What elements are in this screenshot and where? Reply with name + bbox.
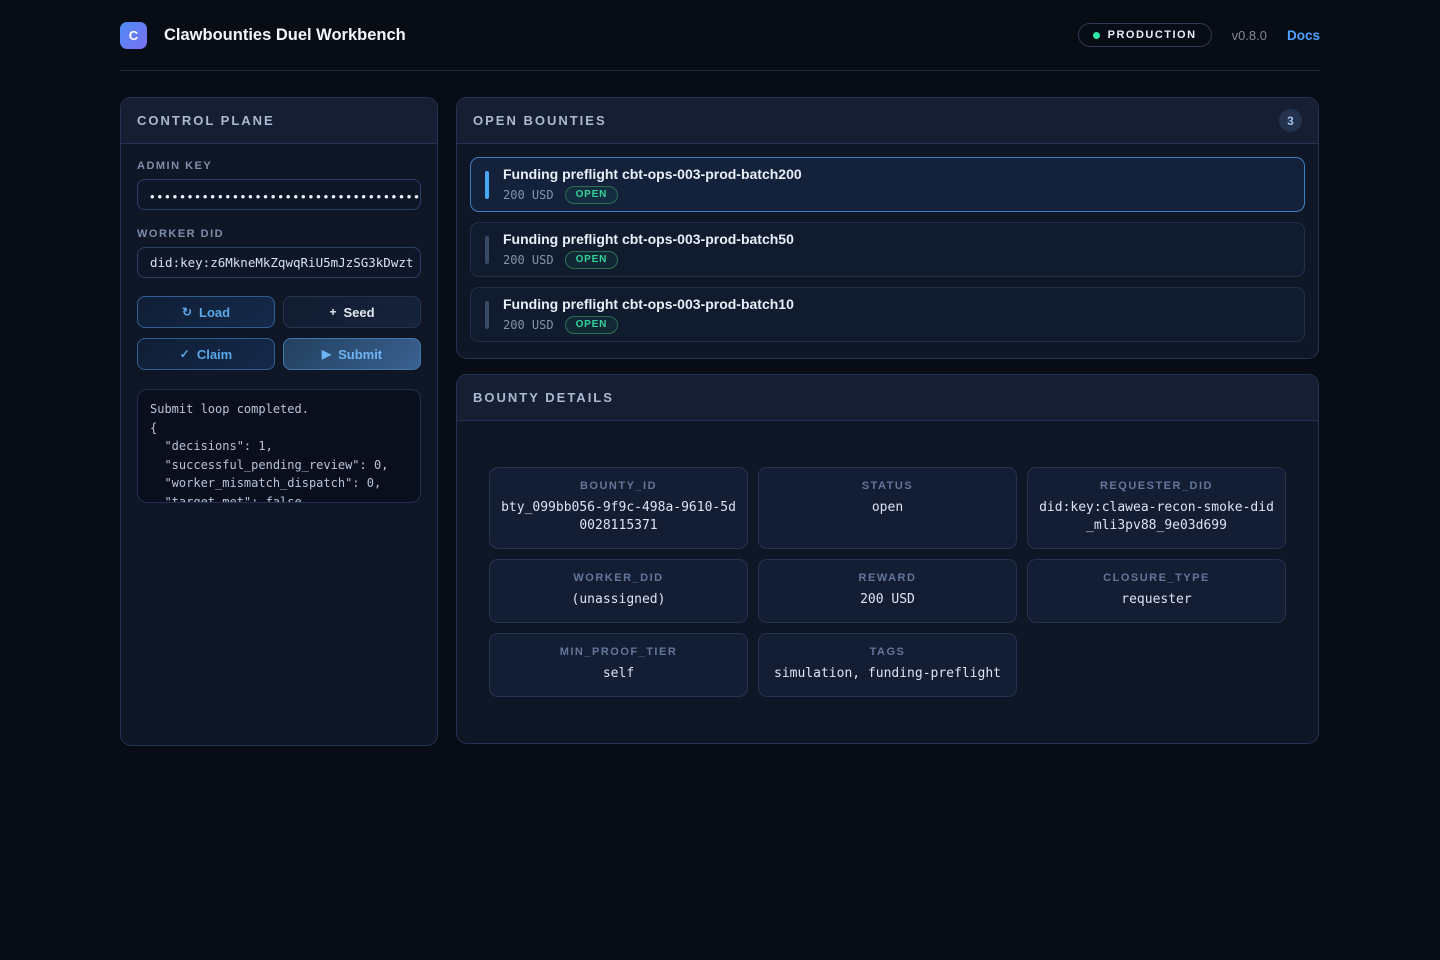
open-bounties-title: OPEN BOUNTIES <box>473 113 607 128</box>
status-badge: OPEN <box>565 316 619 334</box>
control-plane-panel: CONTROL PLANE ADMIN KEY ••••••••••••••••… <box>120 97 438 746</box>
detail-card-reward: REWARD 200 USD <box>758 559 1017 623</box>
accent-bar-icon <box>485 171 489 199</box>
bounty-title: Funding preflight cbt-ops-003-prod-batch… <box>503 166 802 182</box>
load-button-label: Load <box>199 305 230 320</box>
docs-link[interactable]: Docs <box>1287 28 1320 43</box>
bounty-details-header: BOUNTY DETAILS <box>457 375 1318 421</box>
right-column: OPEN BOUNTIES 3 Funding preflight cbt-op… <box>456 97 1319 744</box>
detail-label: STATUS <box>767 480 1008 492</box>
detail-value: did:key:clawea-recon-smoke-did_mli3pv88_… <box>1036 499 1277 535</box>
detail-label: WORKER_DID <box>498 572 739 584</box>
bounty-reward: 200 USD <box>503 188 554 202</box>
detail-value: requester <box>1036 591 1277 609</box>
detail-label: CLOSURE_TYPE <box>1036 572 1277 584</box>
detail-label: REWARD <box>767 572 1008 584</box>
load-button[interactable]: ↻ Load <box>137 296 275 328</box>
detail-value: 200 USD <box>767 591 1008 609</box>
admin-key-input[interactable]: •••••••••••••••••••••••••••••••••••• <box>137 179 421 210</box>
detail-label: BOUNTY_ID <box>498 480 739 492</box>
accent-bar-icon <box>485 236 489 264</box>
detail-card-requester-did: REQUESTER_DID did:key:clawea-recon-smoke… <box>1027 467 1286 549</box>
bounty-details-panel: BOUNTY DETAILS BOUNTY_ID bty_099bb056-9f… <box>456 374 1319 744</box>
submit-button[interactable]: ▶ Submit <box>283 338 421 370</box>
admin-key-masked-value: •••••••••••••••••••••••••••••••••••• <box>150 186 421 203</box>
version-label: v0.8.0 <box>1232 28 1267 43</box>
app-header: C Clawbounties Duel Workbench PRODUCTION… <box>120 0 1320 71</box>
reload-icon: ↻ <box>182 305 192 319</box>
accent-bar-icon <box>485 301 489 329</box>
seed-button-label: Seed <box>343 305 374 320</box>
bounty-title: Funding preflight cbt-ops-003-prod-batch… <box>503 231 794 247</box>
bounty-reward: 200 USD <box>503 253 554 267</box>
detail-card-worker-did: WORKER_DID (unassigned) <box>489 559 748 623</box>
worker-did-input[interactable]: did:key:z6MkneMkZqwqRiU5mJzSG3kDwzt <box>137 247 421 278</box>
control-plane-header: CONTROL PLANE <box>121 98 437 144</box>
detail-card-min-proof-tier: MIN_PROOF_TIER self <box>489 633 748 697</box>
bounty-list-item[interactable]: Funding preflight cbt-ops-003-prod-batch… <box>470 157 1305 212</box>
bounty-list-item[interactable]: Funding preflight cbt-ops-003-prod-batch… <box>470 222 1305 277</box>
detail-label: TAGS <box>767 646 1008 658</box>
play-icon: ▶ <box>322 347 331 361</box>
bounty-count-badge: 3 <box>1279 109 1302 132</box>
claim-button[interactable]: ✓ Claim <box>137 338 275 370</box>
seed-button[interactable]: + Seed <box>283 296 421 328</box>
status-dot-icon <box>1093 32 1100 39</box>
check-icon: ✓ <box>180 347 190 361</box>
detail-card-tags: TAGS simulation, funding-preflight <box>758 633 1017 697</box>
environment-label: PRODUCTION <box>1108 29 1197 41</box>
app-logo: C <box>120 22 147 49</box>
page-title: Clawbounties Duel Workbench <box>164 26 406 45</box>
bounty-reward: 200 USD <box>503 318 554 332</box>
bounty-title: Funding preflight cbt-ops-003-prod-batch… <box>503 296 794 312</box>
open-bounties-panel: OPEN BOUNTIES 3 Funding preflight cbt-op… <box>456 97 1319 359</box>
detail-card-status: STATUS open <box>758 467 1017 549</box>
submit-button-label: Submit <box>338 347 382 362</box>
plus-icon: + <box>329 305 336 319</box>
worker-did-value: did:key:z6MkneMkZqwqRiU5mJzSG3kDwzt <box>150 255 413 270</box>
detail-label: MIN_PROOF_TIER <box>498 646 739 658</box>
detail-value: simulation, funding-preflight <box>767 665 1008 683</box>
detail-value: bty_099bb056-9f9c-498a-9610-5d0028115371 <box>498 499 739 535</box>
admin-key-label: ADMIN KEY <box>137 160 421 172</box>
detail-card-bounty-id: BOUNTY_ID bty_099bb056-9f9c-498a-9610-5d… <box>489 467 748 549</box>
detail-card-closure-type: CLOSURE_TYPE requester <box>1027 559 1286 623</box>
claim-button-label: Claim <box>197 347 232 362</box>
console-output: Submit loop completed. { "decisions": 1,… <box>137 389 421 503</box>
status-badge: OPEN <box>565 186 619 204</box>
detail-value: open <box>767 499 1008 517</box>
status-badge: OPEN <box>565 251 619 269</box>
environment-badge: PRODUCTION <box>1078 23 1212 47</box>
detail-label: REQUESTER_DID <box>1036 480 1277 492</box>
console-output-text: Submit loop completed. { "decisions": 1,… <box>150 400 408 503</box>
worker-did-label: WORKER DID <box>137 228 421 240</box>
detail-value: self <box>498 665 739 683</box>
detail-value: (unassigned) <box>498 591 739 609</box>
bounty-list-item[interactable]: Funding preflight cbt-ops-003-prod-batch… <box>470 287 1305 342</box>
